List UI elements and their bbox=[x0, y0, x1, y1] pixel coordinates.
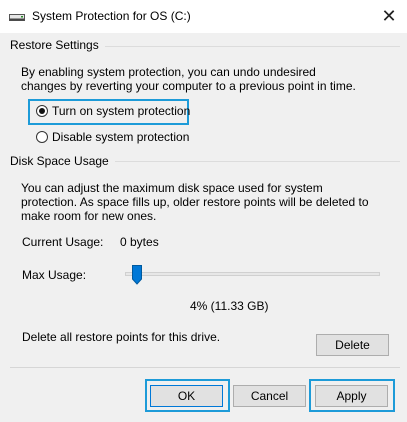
drive-icon bbox=[9, 14, 25, 21]
radio-turn-on-protection[interactable]: Turn on system protection bbox=[36, 104, 190, 118]
current-usage-label: Current Usage: bbox=[22, 235, 104, 249]
title-bar: System Protection for OS (C:) ✕ bbox=[0, 0, 407, 33]
disk-space-heading: Disk Space Usage bbox=[10, 154, 115, 168]
restore-settings-divider bbox=[100, 46, 400, 47]
footer-divider bbox=[10, 367, 400, 368]
restore-settings-heading: Restore Settings bbox=[10, 38, 105, 52]
current-usage-value: 0 bytes bbox=[120, 235, 159, 249]
ok-button[interactable]: OK bbox=[150, 385, 223, 407]
delete-description: Delete all restore points for this drive… bbox=[22, 330, 221, 344]
radio-label-disable: Disable system protection bbox=[52, 130, 190, 144]
radio-disable-protection[interactable]: Disable system protection bbox=[36, 130, 189, 144]
cancel-button[interactable]: Cancel bbox=[233, 385, 306, 407]
restore-settings-description: By enabling system protection, you can u… bbox=[21, 65, 356, 93]
radio-button-checked[interactable] bbox=[36, 105, 48, 117]
apply-button[interactable]: Apply bbox=[315, 385, 388, 407]
radio-button-unchecked[interactable] bbox=[36, 131, 48, 143]
max-usage-readout: 4% (11.33 GB) bbox=[190, 299, 269, 313]
disk-space-divider bbox=[106, 161, 400, 162]
close-button[interactable]: ✕ bbox=[378, 5, 400, 27]
disk-space-description: You can adjust the maximum disk space us… bbox=[21, 181, 369, 223]
max-usage-label: Max Usage: bbox=[22, 268, 87, 282]
max-usage-slider-thumb[interactable] bbox=[132, 265, 142, 285]
window-title: System Protection for OS (C:) bbox=[32, 9, 191, 23]
max-usage-slider-track[interactable] bbox=[125, 272, 380, 276]
radio-label-turn-on: Turn on system protection bbox=[52, 104, 191, 118]
delete-button[interactable]: Delete bbox=[316, 334, 389, 356]
close-icon: ✕ bbox=[381, 6, 397, 26]
